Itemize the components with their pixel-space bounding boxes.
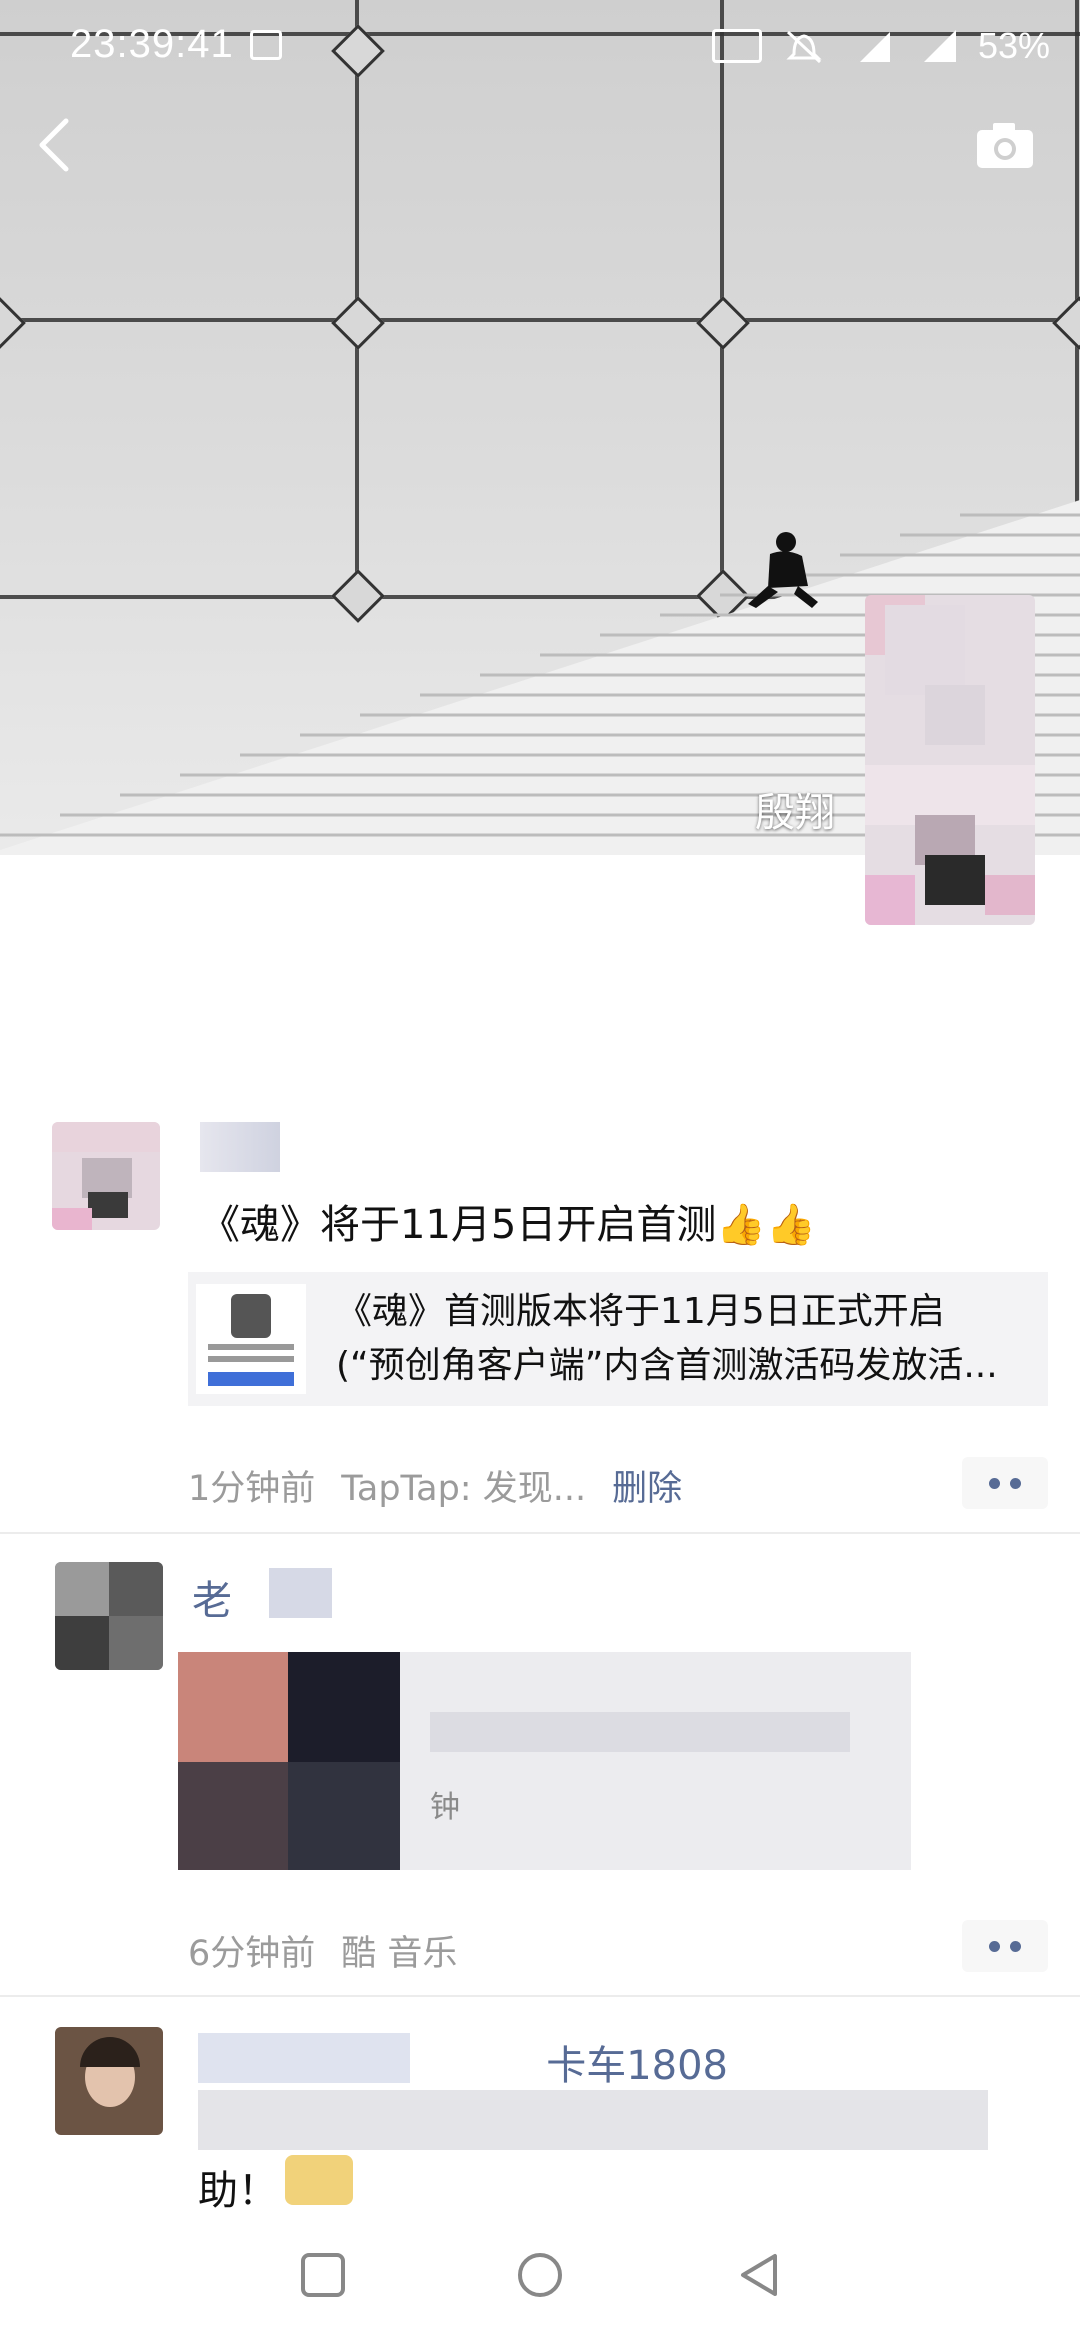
post-text: 《魂》将于11月5日开启首测👍👍 (200, 1202, 816, 1248)
post-time: 6分钟前 (188, 1934, 316, 1974)
blurred-text (198, 2090, 988, 2150)
post-nickname[interactable]: 老 (192, 1568, 332, 1624)
nickname-text: 卡车1808 (546, 2043, 728, 2089)
link-card[interactable]: 《魂》首测版本将于11月5日正式开启 (“预创角客户端”内含首测激活码发放活..… (188, 1272, 1048, 1406)
music-card[interactable]: 钟 (178, 1652, 911, 1870)
post-meta: 6分钟前酷 音乐 (188, 1925, 457, 1976)
post-source[interactable]: 酷 音乐 (341, 1934, 457, 1974)
divider (0, 1532, 1080, 1534)
person-silhouette (748, 532, 818, 608)
triangle-back-icon[interactable] (735, 2250, 785, 2300)
signal-2g-icon (859, 32, 890, 62)
post-text-tail: 助！ (198, 2168, 278, 2214)
delete-link[interactable]: 删除 (612, 1469, 682, 1509)
avatar[interactable] (52, 1122, 160, 1230)
volte-icon (711, 29, 762, 63)
avatar[interactable] (55, 2027, 163, 2135)
dot-icon (989, 1940, 1000, 1952)
system-nav-bar (0, 2220, 1080, 2340)
avatar[interactable] (55, 1562, 163, 1670)
circle-icon[interactable] (515, 2250, 565, 2300)
emoji-icon (285, 2155, 353, 2205)
link-title: 《魂》首测版本将于11月5日正式开启 (336, 1291, 945, 1332)
battery-percent: 53% (977, 25, 1050, 66)
status-time: 23:39:41 (70, 22, 234, 66)
divider (0, 1995, 1080, 1997)
dot-icon (1010, 1940, 1021, 1952)
post-meta: 1分钟前 TapTap: 发现... 删除 (188, 1460, 682, 1511)
more-button[interactable] (962, 1457, 1048, 1509)
signal-4g-icon (923, 30, 956, 62)
music-cover (178, 1652, 400, 1870)
camera-icon[interactable] (975, 120, 1035, 170)
status-bar: 23:39:41 53% (0, 0, 1080, 90)
post-nickname[interactable] (200, 1122, 280, 1172)
profile-avatar[interactable] (865, 595, 1035, 925)
link-subtitle: (“预创角客户端”内含首测激活码发放活... (336, 1345, 998, 1386)
chevron-left-icon[interactable] (30, 115, 80, 175)
music-caption: 钟 (430, 1790, 460, 1825)
square-icon[interactable] (298, 2250, 348, 2300)
post-source[interactable]: TapTap: 发现... (341, 1469, 586, 1509)
image-icon (250, 30, 282, 60)
nickname-text: 老 (192, 1578, 232, 1624)
link-thumbnail (196, 1284, 306, 1394)
dot-icon (989, 1477, 1000, 1489)
bell-muted-icon (786, 30, 822, 64)
post-nickname[interactable]: 卡车1808 (198, 2033, 728, 2089)
post-time: 1分钟前 (188, 1469, 316, 1509)
dot-icon (1010, 1477, 1021, 1489)
more-button[interactable] (962, 1920, 1048, 1972)
profile-name[interactable]: 殷翔 (755, 780, 835, 838)
